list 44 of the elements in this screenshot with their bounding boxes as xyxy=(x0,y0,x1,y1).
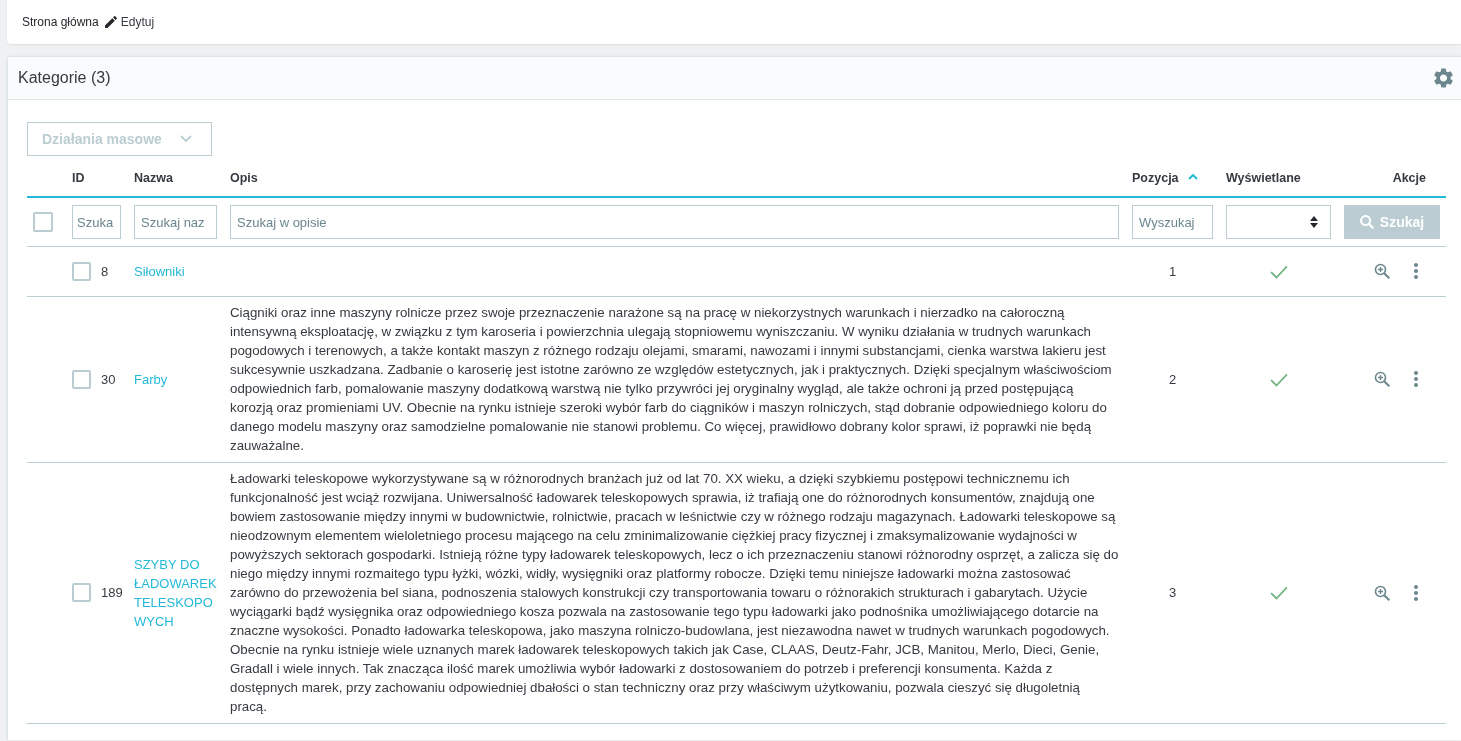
description-text: Ciągniki oraz inne maszyny rolnicze przez swoje przeznaczenie narażone są na pracę w niekorzystnych warunkach i nierzadko na całoroczną intensywną eksploatację, w związku z tym karoseria i powierzchnia ulegają stopniowemu wyniszczaniu. W wyniku działania w trudnych warunkach pogodowych i terenowych, a także kontakt maszyn z różnego rodzaju olejami, smarami, nawozami i innymi substancjami, cienka warstwa lakieru jest sukcesywnie uszkadzana. Zadbanie o karoserię jest istotne zarówno ze względów estetycznych, jak i praktycznych. Dzięki specjalnym właściwościom odpowiednich farb, pomalowanie maszyny dodatkową warstwą nie tylko przywróci jej oryginalny wygląd, ale także ochroni ją przed postępującą korozją oraz promieniami UV. Obecnie na rynku istnieje szeroki wybór farb do ciągników i maszyn rolniczych, stąd dobranie odpowiedniego koloru do danego modelu maszyny oraz samodzielne pomalowanie nie stanowi problemu. Co więcej, prawidłowo dobrany kolor sprawi, iż poprawki nie będą zauważalne. xyxy=(230,304,1113,455)
select-all-checkbox[interactable] xyxy=(33,212,53,232)
row-checkbox[interactable] xyxy=(72,261,91,281)
breadcrumb-link[interactable]: Strona główna xyxy=(22,15,99,29)
row-checkbox[interactable] xyxy=(72,583,91,602)
row-checkbox[interactable] xyxy=(72,369,91,389)
dots-menu-icon[interactable] xyxy=(1414,584,1418,601)
row-id: 30 xyxy=(101,371,116,387)
search-icon xyxy=(1359,215,1374,229)
description-filter-field[interactable]: Szukaj w opisie xyxy=(230,205,1119,239)
row-id: 8 xyxy=(101,263,109,279)
category-link[interactable]: Siłowniki xyxy=(134,261,220,281)
position-filter-field[interactable]: Wyszukaj xyxy=(1132,205,1213,239)
description-text: Ładowarki teleskopowe wykorzystywane są w różnorodnych branżach już od lat 70. XX wieku, a dzięki szybkiemu postępowi technicznemu ich funkcjonalność jest wciąż rozwijana. Uniwersalność ładowarek teleskopowych sprawia, iż trafiają one do różnorodnych konsumentów, znajdują one bowiem zastosowanie między innymi w budownictwie, rolnictwie, pracach w leśnictwie czy w różnego rodzaju magazynach. Ładowarki teleskopowe są nieodzownym elementem wieloletniego procesu mającego na celu zminimalizowanie ciężkiej pracy fizycznej i zmaksymalizowanie wydajności w powyższych sektorach gospodarki. Istnieją różne typy ładowarek teleskopowych, lecz o ich przeznaczeniu stanowi różnorodny osprzęt, a zalicza się do niego między innymi rozmaitego typu łyżki, wózki, widły, wysięgniki oraz platformy robocze. Dzięki temu niniejsze ładowarki można zastosować zarówno do przewożenia bel siana, podnoszenia stalowych konstrukcji czy transportowania towaru o różnorakich strukturach i gabarytach. Użycie wyciągarki bądź wysięgnika oraz odpowiedniego kosza pozwala na zastosowanie tego typu ładowarki jako podnośnika umożliwiającego dotarcie na znaczne wysokości. Ponadto ładowarka teleskopowa, jako maszyna rolniczo-budowlana, jest niezawodna nawet w trudnych warunkach pogodowych. Obecnie na rynku istnieje wiele uznanych marek ładowarek teleskopowych takich jak Case, CLAAS, Deutz-Fahr, JCB, Manitou, Merlo, Dieci, Genie, Gradall i wiele innych. Tak znacząca ilość marek umożliwia wybór ładowarki z dostosowaniem do potrzeb i preferencji konsumenta. Każda z dostępnych marek, przy zachowaniu odpowiedniej dbałości o stan techniczny oraz przy właściwym użytkowaniu, pozwala cieszyć się długoletnią pracą. xyxy=(230,470,1119,716)
chevron-down-icon xyxy=(180,135,192,143)
breadcrumb-current: Edytuj xyxy=(120,15,155,29)
panel-title: Kategorie (3) xyxy=(18,69,111,87)
name-filter-field[interactable]: Szukaj naz xyxy=(134,205,217,239)
sort-caret-icon[interactable] xyxy=(1187,174,1198,180)
displayed-filter-select[interactable] xyxy=(1226,205,1331,239)
dots-menu-icon[interactable] xyxy=(1414,371,1418,387)
zoom-in-icon[interactable] xyxy=(1374,371,1390,387)
category-link[interactable]: SZYBY DO ŁADOWAREK TELESKOPOWYCH xyxy=(134,554,220,631)
checkmark-icon[interactable] xyxy=(1269,264,1288,279)
position-value: 1 xyxy=(1168,263,1177,279)
select-arrows-icon xyxy=(1310,216,1318,228)
checkmark-icon[interactable] xyxy=(1269,372,1288,387)
column-header: ID xyxy=(72,171,85,185)
column-header: Pozycja xyxy=(1132,171,1179,185)
row-id: 189 xyxy=(101,585,123,600)
column-header: Opis xyxy=(230,171,258,185)
id-filter-field[interactable]: Szuka xyxy=(72,205,121,239)
zoom-in-icon[interactable] xyxy=(1374,263,1390,279)
position-value: 3 xyxy=(1168,585,1177,600)
column-header: Nazwa xyxy=(134,171,173,185)
settings-icon[interactable] xyxy=(1434,68,1453,88)
column-header: Akcje xyxy=(1392,171,1426,185)
pencil-icon xyxy=(104,16,117,28)
position-value: 2 xyxy=(1168,371,1177,387)
dots-menu-icon[interactable] xyxy=(1414,263,1418,279)
column-header: Wyświetlane xyxy=(1226,171,1301,185)
zoom-in-icon[interactable] xyxy=(1374,584,1390,601)
checkmark-icon[interactable] xyxy=(1269,586,1288,601)
category-link[interactable]: Farby xyxy=(134,369,220,389)
